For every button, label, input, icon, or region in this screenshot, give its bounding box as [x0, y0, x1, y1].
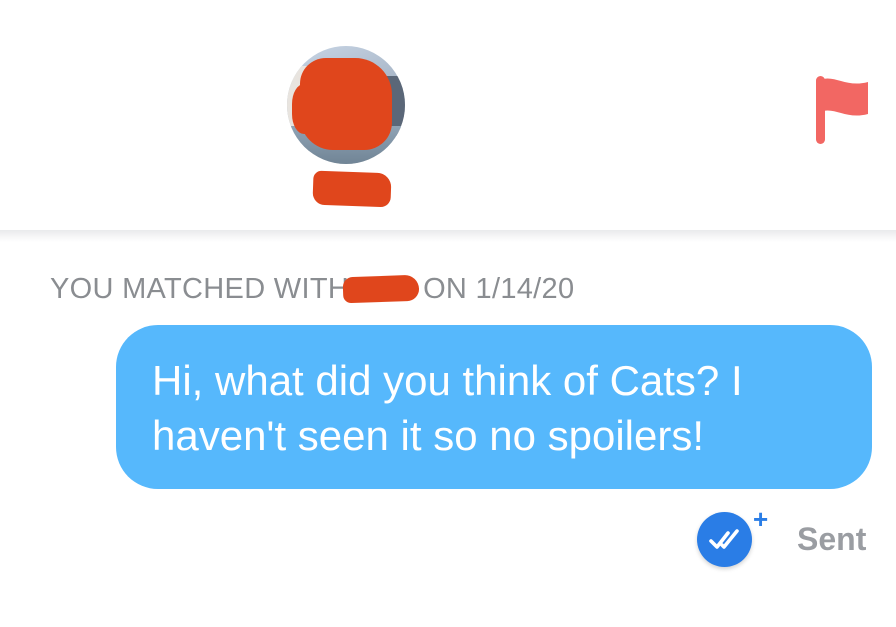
name-redaction: [312, 170, 392, 208]
match-prefix: YOU MATCHED WITH: [50, 272, 350, 305]
avatar-redaction-edge: [292, 84, 322, 134]
chat-screen: YOU MATCHED WITH ON 1/14/20 Hi, what did…: [0, 0, 896, 627]
message-status: + Sent: [693, 506, 883, 570]
match-date: ON 1/14/20: [423, 272, 575, 305]
match-name-redaction: [342, 274, 420, 304]
chat-header: [0, 0, 896, 232]
sent-label: Sent: [797, 521, 867, 557]
double-check-icon[interactable]: [697, 512, 752, 567]
plus-icon[interactable]: +: [753, 506, 768, 532]
flag-icon[interactable]: [812, 74, 872, 146]
sent-message-bubble[interactable]: Hi, what did you think of Cats? I haven'…: [116, 325, 872, 489]
match-notice: YOU MATCHED WITH ON 1/14/20: [50, 272, 574, 306]
message-text: Hi, what did you think of Cats? I haven'…: [152, 357, 743, 459]
header-divider: [0, 230, 896, 242]
